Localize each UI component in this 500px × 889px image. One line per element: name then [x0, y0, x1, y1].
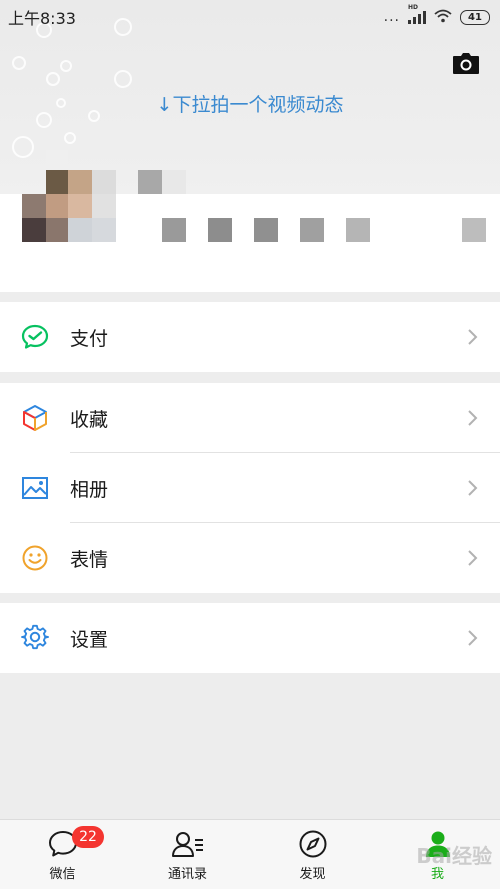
compass-icon [296, 828, 330, 860]
tab-contacts[interactable]: 通讯录 [125, 820, 250, 889]
cube-icon [20, 403, 50, 433]
tab-label-contacts: 通讯录 [167, 867, 207, 882]
chevron-right-icon [468, 550, 478, 566]
wechat-pay-icon [20, 322, 50, 352]
tab-me[interactable]: 我 [375, 820, 500, 889]
contacts-icon [171, 828, 205, 860]
bubble-decoration [46, 72, 60, 86]
signal-icon: HD [408, 4, 426, 24]
battery-indicator: 41 [460, 9, 490, 25]
smiley-icon [20, 543, 50, 573]
wifi-icon [434, 8, 452, 27]
tab-chats[interactable]: 微信 22 [0, 820, 125, 889]
tools-card: 收藏 相册 表情 [0, 383, 500, 593]
tab-label-me: 我 [430, 867, 444, 882]
settings-card: 设置 [0, 603, 500, 673]
menu-label-settings: 设置 [70, 628, 109, 651]
menu-label-stickers: 表情 [70, 548, 109, 571]
menu-item-favorites[interactable]: 收藏 [0, 383, 500, 453]
menu-label-album: 相册 [70, 478, 109, 501]
tab-label-chats: 微信 [49, 867, 76, 882]
bottom-tab-bar: 微信 22 通讯录 发现 我 [0, 819, 500, 889]
unread-badge: 22 [72, 826, 104, 848]
camera-icon [453, 53, 479, 74]
picture-icon [20, 473, 50, 503]
network-type: HD [408, 4, 419, 11]
menu-label-pay: 支付 [70, 327, 109, 350]
notification-dots-icon: ... [383, 9, 400, 25]
menu-item-stickers[interactable]: 表情 [0, 523, 500, 593]
bubble-decoration [60, 60, 72, 72]
chevron-right-icon [468, 329, 478, 345]
camera-button[interactable] [452, 52, 480, 76]
chevron-right-icon [468, 480, 478, 496]
menu-item-album[interactable]: 相册 [0, 453, 500, 523]
person-icon [421, 828, 455, 860]
bubble-decoration [12, 136, 34, 158]
tab-label-discover: 发现 [299, 867, 326, 882]
pull-video-hint[interactable]: ↓下拉拍一个视频动态 [0, 90, 500, 117]
chevron-right-icon [468, 410, 478, 426]
bubble-decoration [64, 132, 76, 144]
status-icons: ... HD 41 [383, 4, 490, 27]
bubble-decoration [114, 70, 132, 88]
chevron-right-icon [468, 630, 478, 646]
gear-icon [20, 623, 50, 653]
menu-item-settings[interactable]: 设置 [0, 603, 500, 673]
pay-card: 支付 [0, 302, 500, 372]
status-time: 上午8:33 [8, 9, 76, 28]
tab-discover[interactable]: 发现 [250, 820, 375, 889]
status-bar: 上午8:33 ... HD 41 [0, 0, 500, 34]
menu-item-pay[interactable]: 支付 [0, 302, 500, 372]
menu-label-favorites: 收藏 [70, 408, 109, 431]
profile-header: 上午8:33 ... HD 41 ↓下拉拍一个视频动态 [0, 0, 500, 292]
bubble-decoration [12, 56, 26, 70]
